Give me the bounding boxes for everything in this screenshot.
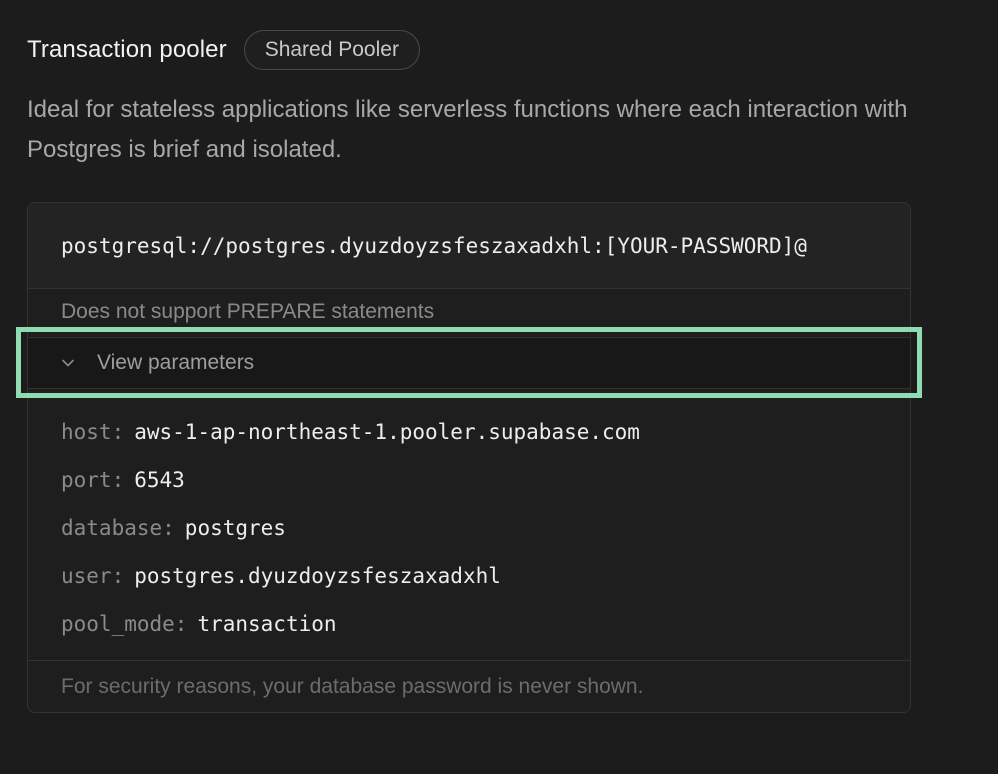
param-key: host: bbox=[61, 420, 125, 444]
param-value[interactable]: aws-1-ap-northeast-1.pooler.supabase.com bbox=[134, 420, 640, 444]
param-value[interactable]: 6543 bbox=[134, 468, 185, 492]
param-value[interactable]: postgres bbox=[185, 516, 286, 540]
param-user: user: postgres.dyuzdoyzsfeszaxadxhl bbox=[61, 552, 640, 600]
section-title: Transaction pooler bbox=[27, 36, 227, 63]
chevron-down-icon bbox=[58, 353, 78, 373]
connection-string[interactable]: postgresql://postgres.dyuzdoyzsfeszaxadx… bbox=[28, 203, 910, 289]
param-key: user: bbox=[61, 564, 125, 588]
param-database: database: postgres bbox=[61, 504, 640, 552]
view-parameters-label: View parameters bbox=[97, 351, 255, 374]
connection-card: postgresql://postgres.dyuzdoyzsfeszaxadx… bbox=[27, 202, 911, 713]
param-port: port: 6543 bbox=[61, 456, 640, 504]
prepare-statements-note: Does not support PREPARE statements bbox=[61, 300, 435, 323]
section-header: Transaction pooler Shared Pooler bbox=[27, 30, 420, 70]
param-host: host: aws-1-ap-northeast-1.pooler.supaba… bbox=[61, 408, 640, 456]
param-pool-mode: pool_mode: transaction bbox=[61, 600, 640, 648]
shared-pooler-badge: Shared Pooler bbox=[243, 30, 420, 70]
param-key: pool_mode: bbox=[61, 612, 188, 636]
security-footer-note: For security reasons, your database pass… bbox=[28, 660, 910, 712]
param-key: database: bbox=[61, 516, 175, 540]
param-value[interactable]: postgres.dyuzdoyzsfeszaxadxhl bbox=[134, 564, 501, 588]
param-key: port: bbox=[61, 468, 125, 492]
section-description: Ideal for stateless applications like se… bbox=[27, 96, 908, 163]
param-value[interactable]: transaction bbox=[197, 612, 336, 636]
parameters-list: host: aws-1-ap-northeast-1.pooler.supaba… bbox=[61, 408, 640, 648]
view-parameters-toggle[interactable]: View parameters bbox=[28, 337, 910, 389]
